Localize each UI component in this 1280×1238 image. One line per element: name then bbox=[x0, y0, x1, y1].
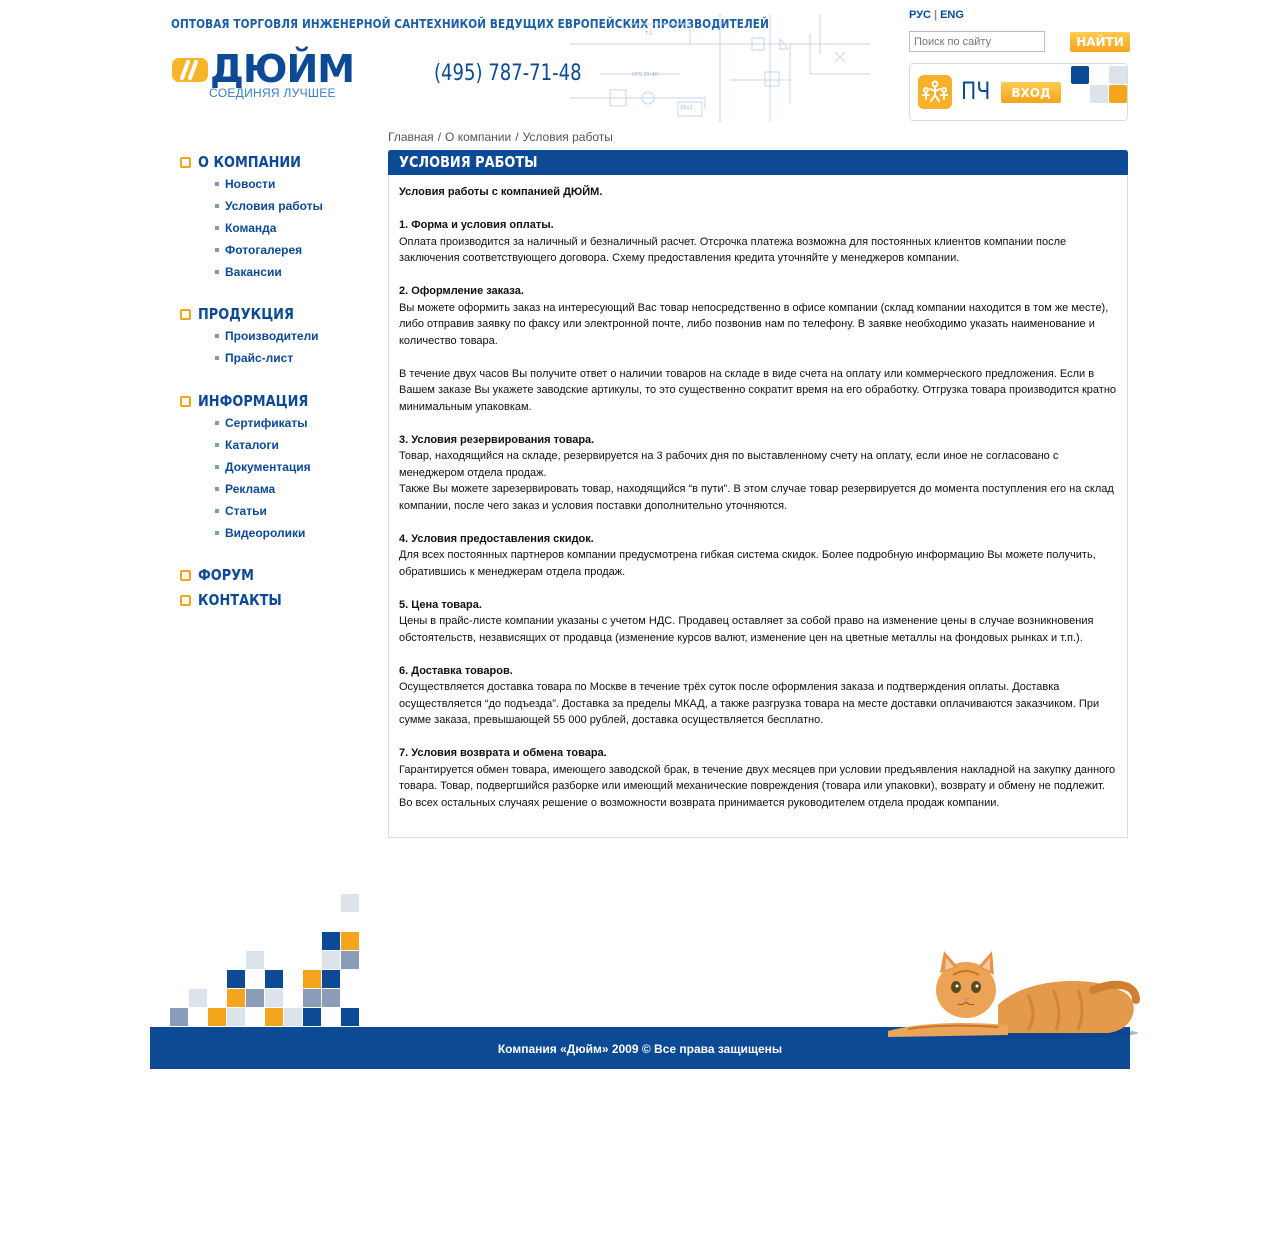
section-heading: 1. Форма и условия оплаты. bbox=[399, 219, 554, 231]
breadcrumb-separator: / bbox=[437, 130, 442, 144]
deco-square bbox=[1090, 85, 1108, 103]
sidebar-item-videos[interactable]: Видеоролики bbox=[180, 522, 380, 544]
sidebar-section-contacts[interactable]: КОНТАКТЫ bbox=[180, 591, 380, 609]
section-text: Цены в прайс-листе компании указаны с уч… bbox=[399, 615, 1094, 644]
section-text: Товар, находящийся на складе, резервируе… bbox=[399, 450, 1059, 479]
bullet-square-icon bbox=[180, 569, 191, 581]
deco-square bbox=[303, 989, 321, 1007]
deco-square bbox=[322, 970, 340, 988]
bullet-square-icon bbox=[180, 395, 191, 407]
deco-square bbox=[322, 951, 340, 969]
sidebar-item-price-list[interactable]: Прайс-лист bbox=[180, 347, 380, 369]
deco-square bbox=[322, 932, 340, 950]
sidebar-section-products[interactable]: ПРОДУКЦИЯ bbox=[180, 305, 380, 323]
sidebar-item-news[interactable]: Новости bbox=[180, 173, 380, 195]
sidebar-section-information[interactable]: ИНФОРМАЦИЯ bbox=[180, 392, 380, 410]
svg-text:16x2: 16x2 bbox=[680, 105, 693, 111]
lang-ru-link[interactable]: РУС bbox=[909, 9, 931, 21]
deco-square bbox=[284, 1008, 302, 1026]
deco-square bbox=[246, 951, 264, 969]
deco-square bbox=[265, 1008, 283, 1026]
logo-wordmark[interactable]: ДЮЙМ bbox=[210, 49, 355, 89]
sidebar-section-forum[interactable]: ФОРУМ bbox=[180, 566, 380, 584]
section-text: Для всех постоянных партнеров компании п… bbox=[399, 549, 1096, 578]
section-text: Оплата производится за наличный и безнал… bbox=[399, 235, 1067, 265]
deco-square bbox=[322, 989, 340, 1007]
sidebar-item-certificates[interactable]: Сертификаты bbox=[180, 412, 380, 434]
deco-square bbox=[227, 989, 245, 1007]
sidebar-item-documentation[interactable]: Документация bbox=[180, 456, 380, 478]
search-button[interactable]: НАЙТИ bbox=[1070, 32, 1130, 52]
lang-en-link[interactable]: ENG bbox=[940, 9, 964, 21]
section-text: В течение двух часов Вы получите ответ о… bbox=[399, 367, 1117, 413]
section-heading: 2. Оформление заказа. bbox=[399, 285, 524, 297]
section-text: Осуществляется доставка товара по Москве… bbox=[399, 681, 1100, 726]
section-heading: 6. Доставка товаров. bbox=[399, 664, 513, 677]
deco-square bbox=[265, 989, 283, 1007]
sidebar-nav: О КОМПАНИИ Новости Условия работы Команд… bbox=[180, 153, 380, 609]
deco-square bbox=[303, 970, 321, 988]
deco-square bbox=[1071, 66, 1089, 84]
language-switcher: РУС | ENG bbox=[909, 9, 964, 21]
sidebar-item-manufacturers[interactable]: Производители bbox=[180, 325, 380, 347]
breadcrumb-home[interactable]: Главная bbox=[388, 130, 434, 144]
partners-people-icon[interactable] bbox=[918, 75, 952, 109]
bullet-square-icon bbox=[180, 308, 191, 320]
sidebar-item-team[interactable]: Команда bbox=[180, 217, 380, 239]
sidebar-item-advertising[interactable]: Реклама bbox=[180, 478, 380, 500]
sidebar-item-vacancies[interactable]: Вакансии bbox=[180, 261, 380, 283]
breadcrumb-about[interactable]: О компании bbox=[445, 130, 511, 144]
section-text: Вы можете оформить заказ на интересующий… bbox=[399, 301, 1109, 347]
kitten-mascot-image bbox=[888, 951, 1140, 1039]
section-heading: 5. Цена товара. bbox=[399, 598, 482, 611]
section-text: Также Вы можете зарезервировать товар, н… bbox=[399, 483, 1114, 512]
logo-slogan: СОЕДИНЯЯ ЛУЧШЕЕ bbox=[209, 86, 336, 100]
sidebar-item-catalogs[interactable]: Каталоги bbox=[180, 434, 380, 456]
svg-text:UPS 25-40: UPS 25-40 bbox=[632, 72, 658, 78]
deco-square bbox=[246, 989, 264, 1007]
section-heading: 3. Условия резервирования товара. bbox=[399, 433, 595, 446]
deco-square bbox=[227, 970, 245, 988]
breadcrumb: Главная / О компании / Условия работы bbox=[388, 130, 613, 144]
deco-square bbox=[189, 989, 207, 1007]
breadcrumb-separator: / bbox=[515, 130, 519, 144]
schematic-label: T-1 bbox=[644, 31, 653, 37]
logo-mark-icon bbox=[172, 58, 208, 82]
deco-square bbox=[208, 1008, 226, 1026]
search-input[interactable] bbox=[909, 31, 1045, 52]
deco-square bbox=[341, 932, 359, 950]
sidebar-item-terms[interactable]: Условия работы bbox=[180, 195, 380, 217]
login-button[interactable]: ВХОД bbox=[1001, 82, 1061, 103]
deco-square bbox=[227, 1008, 245, 1026]
phone-number: (495) 787-71-48 bbox=[434, 61, 582, 86]
bullet-square-icon bbox=[180, 156, 191, 168]
deco-square bbox=[1109, 66, 1127, 84]
page-title: УСЛОВИЯ РАБОТЫ bbox=[399, 153, 538, 171]
content-intro: Условия работы с компанией ДЮЙМ. bbox=[399, 186, 603, 198]
bullet-square-icon bbox=[180, 594, 191, 606]
plumbing-schematic-decoration: T-1 16x2 UPS 25-40 bbox=[570, 14, 870, 122]
breadcrumb-current: Условия работы bbox=[522, 130, 613, 144]
section-heading: 7. Условия возврата и обмена товара. bbox=[399, 747, 607, 759]
deco-square bbox=[265, 970, 283, 988]
section-heading: 4. Условия предоставления скидок. bbox=[399, 532, 594, 545]
deco-square bbox=[341, 951, 359, 969]
sidebar-item-gallery[interactable]: Фотогалерея bbox=[180, 239, 380, 261]
deco-square bbox=[170, 1008, 188, 1026]
deco-square bbox=[341, 894, 359, 912]
sidebar-section-about[interactable]: О КОМПАНИИ bbox=[180, 153, 380, 171]
lang-separator: | bbox=[933, 9, 938, 21]
partners-label: ПЧ bbox=[961, 77, 991, 105]
sidebar-item-articles[interactable]: Статьи bbox=[180, 500, 380, 522]
deco-square bbox=[1109, 85, 1127, 103]
section-text: Гарантируется обмен товара, имеющего зав… bbox=[399, 763, 1116, 809]
deco-square bbox=[303, 1008, 321, 1026]
deco-square bbox=[341, 1008, 359, 1026]
content-body: Условия работы с компанией ДЮЙМ. 1. Форм… bbox=[399, 184, 1117, 811]
